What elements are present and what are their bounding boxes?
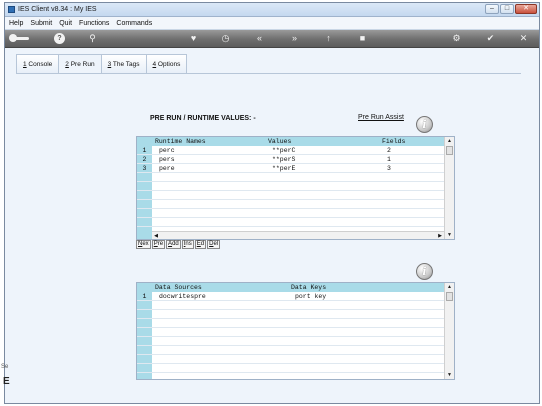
settings-icon[interactable]: ⚙ [451,33,462,44]
empty-row[interactable] [137,319,444,328]
menu-functions[interactable]: Functions [79,20,109,27]
tab-pre-run[interactable]: 2 Pre Run [58,54,102,75]
maximize-button[interactable]: □ [500,4,514,14]
key-icon[interactable] [9,34,29,42]
empty-row[interactable] [137,328,444,337]
row-number: 2 [142,156,147,163]
info-icon[interactable]: i [416,263,433,280]
vertical-scrollbar[interactable]: ▲ ▼ [444,137,454,239]
scroll-left-icon[interactable]: ◀ [152,232,160,240]
empty-row[interactable] [137,364,444,373]
close-window-button[interactable]: ✕ [515,4,537,14]
data-source-cell[interactable]: docwritespre [159,293,206,300]
table-row[interactable]: 3 pere **perE 3 [137,164,444,173]
menu-quit[interactable]: Quit [59,20,72,27]
scroll-thumb[interactable] [446,146,453,155]
help-icon[interactable]: ? [54,33,65,44]
empty-row[interactable] [137,182,444,191]
previous-button[interactable]: Pre [151,240,166,249]
column-fields: Fields [382,138,406,145]
empty-row[interactable] [137,337,444,346]
data-sources-grid: Data Sources Data Keys 1 docwritespre po… [136,282,455,380]
window-controls: – □ ✕ [485,4,537,14]
column-data-sources: Data Sources [155,284,202,291]
empty-row[interactable] [137,200,444,209]
empty-row[interactable] [137,173,444,182]
field-cell[interactable]: 3 [387,165,391,172]
empty-row[interactable] [137,191,444,200]
empty-row[interactable] [137,355,444,364]
background-letter: E [3,376,10,387]
heart-icon[interactable]: ♥ [188,33,199,44]
delete-button[interactable]: Del [207,240,221,249]
menu-submit[interactable]: Submit [30,20,52,27]
app-icon [8,6,15,13]
runtime-name-cell[interactable]: perc [159,147,175,154]
empty-row[interactable] [137,301,444,310]
tab-options[interactable]: 4 Options [145,54,188,74]
grid-header: Runtime Names Values Fields [137,137,444,146]
runtime-name-cell[interactable]: pers [159,156,175,163]
row-number: 3 [142,165,147,172]
add-button[interactable]: Add [166,240,181,249]
pre-run-assist-link[interactable]: Pre Run Assist [358,114,404,121]
info-icon[interactable]: i [416,116,433,133]
tab-console[interactable]: 1 Console [16,54,60,74]
empty-row[interactable] [137,346,444,355]
value-cell[interactable]: **perC [272,147,295,154]
empty-row[interactable] [137,218,444,227]
value-cell[interactable]: **perS [272,156,295,163]
scroll-down-icon[interactable]: ▼ [445,231,454,239]
scroll-up-icon[interactable]: ▲ [445,283,454,291]
column-values: Values [268,138,292,145]
menu-commands[interactable]: Commands [116,20,152,27]
empty-row[interactable] [137,209,444,218]
close-icon[interactable]: ✕ [518,33,529,44]
column-runtime-names: Runtime Names [155,138,206,145]
row-number: 1 [142,147,147,154]
row-number: 1 [142,293,147,300]
toolbar: ? ⚲ ♥ ◷ « » ↑ ■ ⚙ ✔ ✕ [5,30,539,48]
fast-forward-icon[interactable]: » [289,33,300,44]
table-row[interactable]: 2 pers **perS 1 [137,155,444,164]
stop-icon[interactable]: ■ [357,33,368,44]
scroll-up-icon[interactable]: ▲ [445,137,454,145]
scroll-down-icon[interactable]: ▼ [445,371,454,379]
grid-action-buttons: Nex Pre Add Ins Ed Del [136,240,221,249]
field-cell[interactable]: 2 [387,147,391,154]
runtime-values-grid: Runtime Names Values Fields 1 perc **per… [136,136,455,240]
grid-header: Data Sources Data Keys [137,283,444,292]
menu-bar: Help Submit Quit Functions Commands [5,17,539,30]
clock-icon[interactable]: ◷ [220,33,231,44]
search-icon[interactable]: ⚲ [87,33,98,44]
empty-row[interactable] [137,310,444,319]
horizontal-scrollbar[interactable]: ◀ ▶ [152,231,444,239]
edit-button[interactable]: Ed [194,240,207,249]
page-title: PRE RUN / RUNTIME VALUES: - [150,115,256,122]
background-window-edge: Se E [0,358,12,398]
field-cell[interactable]: 1 [387,156,391,163]
check-icon[interactable]: ✔ [485,33,496,44]
tab-strip: 1 Console 2 Pre Run 3 The Tags 4 Options [16,54,188,75]
menu-help[interactable]: Help [9,20,23,27]
value-cell[interactable]: **perE [272,165,295,172]
insert-button[interactable]: Ins [181,240,194,249]
column-data-keys: Data Keys [291,284,327,291]
background-text: Se [1,364,9,370]
next-button[interactable]: Nex [136,240,151,249]
up-arrow-icon[interactable]: ↑ [323,33,334,44]
scroll-right-icon[interactable]: ▶ [436,232,444,240]
vertical-scrollbar[interactable]: ▲ ▼ [444,283,454,379]
table-row[interactable]: 1 perc **perC 2 [137,146,444,155]
title-bar: IES Client v8.34 : My IES – □ ✕ [5,3,539,17]
table-row[interactable]: 1 docwritespre port key [137,292,444,301]
scroll-thumb[interactable] [446,292,453,301]
tab-the-tags[interactable]: 3 The Tags [100,54,147,74]
runtime-name-cell[interactable]: pere [159,165,175,172]
minimize-button[interactable]: – [485,4,499,14]
data-key-cell[interactable]: port key [295,293,326,300]
window-title: IES Client v8.34 : My IES [18,6,97,13]
rewind-icon[interactable]: « [254,33,265,44]
